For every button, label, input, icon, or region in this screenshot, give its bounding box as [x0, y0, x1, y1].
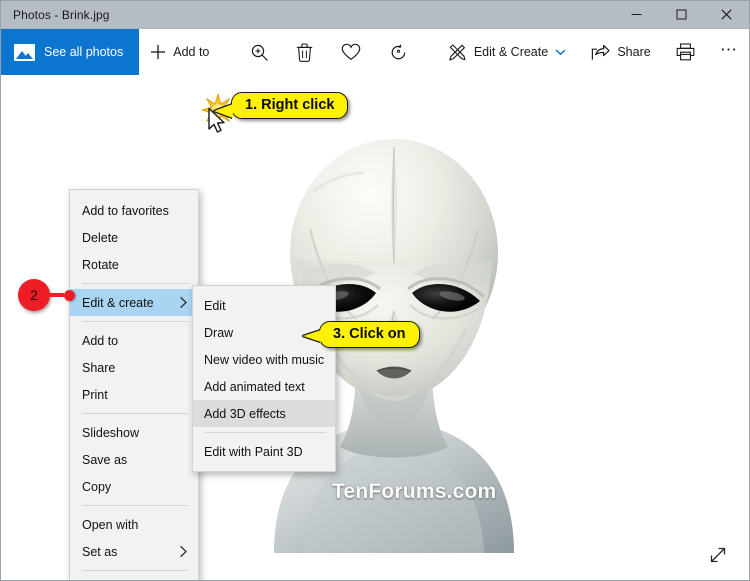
menu-item-label: Print [82, 387, 108, 402]
menu-item-label: Delete [82, 230, 119, 245]
menu-item-slideshow[interactable]: Slideshow [70, 419, 198, 446]
add-to-button[interactable]: Add to [139, 29, 220, 75]
share-icon [591, 44, 610, 61]
menu-item-label: Rotate [82, 257, 119, 272]
chevron-right-icon [179, 296, 188, 309]
more-options-button[interactable]: ⋯ [709, 29, 749, 75]
menu-item-label: Save as [82, 452, 128, 467]
submenu-separator [205, 432, 326, 433]
submenu-item-edit-with-paint-3d[interactable]: Edit with Paint 3D [193, 438, 335, 465]
rotate-button[interactable] [378, 29, 419, 75]
see-all-photos-button[interactable]: See all photos [1, 29, 140, 75]
favorite-button[interactable] [330, 29, 372, 75]
step-2-marker: 2 [18, 279, 75, 311]
menu-item-label: Open with [82, 517, 139, 532]
menu-separator [82, 570, 189, 571]
ellipsis-icon: ⋯ [719, 39, 738, 59]
menu-item-file-info[interactable]: File info [70, 576, 198, 580]
photos-app-window: Photos - Brink.jpg See all photos Add to… [0, 0, 750, 581]
submenu-item-add-animated-text[interactable]: Add animated text [193, 373, 335, 400]
see-all-photos-label: See all photos [44, 45, 124, 59]
chevron-down-icon [555, 48, 566, 56]
menu-item-add-to-favorites[interactable]: Add to favorites [70, 197, 198, 224]
window-controls [614, 1, 749, 28]
menu-item-edit-and-create[interactable]: Edit & create [70, 289, 198, 316]
menu-separator [82, 283, 189, 284]
menu-item-label: Add to favorites [82, 203, 169, 218]
plus-icon [150, 44, 166, 60]
printer-icon [676, 43, 695, 61]
add-to-label: Add to [173, 45, 210, 59]
submenu-item-label: New video with music [204, 352, 325, 367]
menu-item-set-as[interactable]: Set as [70, 538, 198, 565]
menu-item-delete[interactable]: Delete [70, 224, 198, 251]
context-menu: Add to favorites Delete Rotate Edit & cr… [69, 189, 199, 580]
minimize-icon [631, 9, 642, 20]
submenu-item-edit[interactable]: Edit [193, 292, 335, 319]
photo-library-icon [14, 43, 35, 61]
submenu-item-label: Draw [204, 325, 234, 340]
delete-button[interactable] [285, 29, 324, 75]
callout-tail [214, 104, 233, 118]
step-2-badge: 2 [18, 279, 50, 311]
submenu-item-label: Add 3D effects [204, 406, 286, 421]
menu-item-label: Edit & create [82, 295, 154, 310]
menu-item-rotate[interactable]: Rotate [70, 251, 198, 278]
zoom-button[interactable] [239, 29, 280, 75]
menu-separator [82, 413, 189, 414]
zoom-in-icon [250, 43, 269, 62]
callout-step-3-label: 3. Click on [333, 326, 406, 342]
pencil-brush-icon [448, 43, 467, 62]
menu-item-copy[interactable]: Copy [70, 473, 198, 500]
callout-tail [303, 330, 321, 342]
maximize-icon [676, 9, 687, 20]
menu-item-label: Copy [82, 479, 112, 494]
trash-icon [296, 42, 313, 62]
menu-item-label: Share [82, 360, 116, 375]
menu-item-share[interactable]: Share [70, 354, 198, 381]
submenu-item-label: Add animated text [204, 379, 305, 394]
close-icon [721, 9, 732, 20]
close-button[interactable] [704, 1, 749, 28]
callout-step-3: 3. Click on [303, 321, 420, 348]
menu-separator [82, 505, 189, 506]
menu-item-print[interactable]: Print [70, 381, 198, 408]
heart-icon [341, 43, 361, 61]
submenu-item-add-3d-effects[interactable]: Add 3D effects [193, 400, 335, 427]
watermark: TenForums.com [332, 480, 497, 503]
rotate-icon [389, 43, 408, 62]
title-bar: Photos - Brink.jpg [1, 1, 749, 29]
print-button[interactable] [665, 29, 706, 75]
menu-separator [82, 321, 189, 322]
callout-step-1-label: 1. Right click [245, 97, 335, 113]
share-label: Share [617, 45, 651, 59]
submenu-item-label: Edit with Paint 3D [204, 444, 303, 459]
menu-item-add-to[interactable]: Add to [70, 327, 198, 354]
menu-item-open-with[interactable]: Open with [70, 511, 198, 538]
step-2-connector [50, 293, 64, 297]
minimize-button[interactable] [614, 1, 659, 28]
submenu-item-label: Edit [204, 298, 226, 313]
edit-and-create-button[interactable]: Edit & Create [437, 29, 577, 75]
edit-and-create-submenu: Edit Draw New video with music Add anima… [192, 285, 336, 472]
expand-arrows-icon[interactable] [705, 542, 731, 568]
edit-and-create-label: Edit & Create [473, 45, 549, 59]
share-button[interactable]: Share [580, 29, 661, 75]
chevron-right-icon [179, 545, 188, 558]
menu-item-save-as[interactable]: Save as [70, 446, 198, 473]
submenu-item-new-video-with-music[interactable]: New video with music [193, 346, 335, 373]
app-toolbar: See all photos Add to Edit & Create Shar… [1, 29, 749, 75]
maximize-button[interactable] [659, 1, 704, 28]
step-2-endpoint [64, 289, 75, 301]
callout-step-1: 1. Right click [214, 92, 349, 119]
menu-item-label: Set as [82, 544, 118, 559]
menu-item-label: Add to [82, 333, 119, 348]
menu-item-label: Slideshow [82, 425, 139, 440]
window-title: Photos - Brink.jpg [13, 7, 110, 22]
